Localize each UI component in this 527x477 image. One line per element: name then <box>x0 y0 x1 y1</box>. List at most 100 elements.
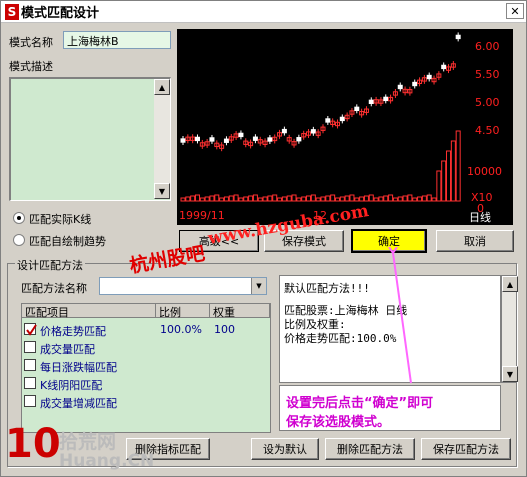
mode-name-label: 模式名称 <box>9 36 53 49</box>
note-line-2: 保存该选股模式。 <box>286 415 391 430</box>
candle-body <box>412 81 418 87</box>
volume-bar <box>257 197 263 202</box>
y-tick-6: 6.00 <box>475 40 500 53</box>
col-header-weight: 权重 <box>210 304 270 319</box>
volume-bar <box>455 130 461 202</box>
candle-body <box>180 138 186 143</box>
logo-number: 10 <box>5 421 61 467</box>
title-bar: S 模式匹配设计 ✕ <box>1 1 526 23</box>
row-weight: 100 <box>214 323 235 336</box>
volume-bar <box>219 197 225 202</box>
volume-bar <box>185 196 191 202</box>
volume-bar <box>339 196 345 202</box>
mode-desc-label: 模式描述 <box>9 60 53 73</box>
cancel-button[interactable]: 取消 <box>436 230 514 252</box>
volume-bar <box>252 194 258 202</box>
candle-body <box>194 136 200 142</box>
kline-chart: 1999/11 12 日线 6.00 5.50 5.00 4.50 10000 … <box>177 29 513 225</box>
volume-bar <box>262 196 268 202</box>
app-logo-icon: S <box>5 3 19 20</box>
volume-bar <box>436 170 442 202</box>
scroll-up-icon[interactable]: ▲ <box>502 276 518 292</box>
info-line-4: 价格走势匹配:100.0% <box>284 332 397 345</box>
volume-bar <box>446 150 452 202</box>
scroll-up-icon[interactable]: ▲ <box>154 79 170 95</box>
info-scrollbar[interactable]: ▲ ▼ <box>501 275 518 383</box>
checkbox[interactable] <box>24 341 36 353</box>
table-row[interactable]: 每日涨跌幅匹配 <box>22 357 270 375</box>
candle-body <box>281 128 287 134</box>
radio-match-actual-label: 匹配实际K线 <box>29 213 92 226</box>
candle-body <box>296 137 302 142</box>
candle-body <box>426 74 432 80</box>
row-name: 价格走势匹配 <box>40 325 106 338</box>
table-row[interactable]: 成交量增减匹配 <box>22 393 270 411</box>
vol-tick-10000: 10000 <box>467 165 502 178</box>
volume-bar <box>378 196 384 202</box>
kline-chart-svg: 1999/11 12 日线 6.00 5.50 5.00 4.50 10000 … <box>179 32 502 224</box>
note-line-1: 设置完后点击“确定”即可 <box>286 396 434 411</box>
candle-body <box>238 132 244 138</box>
volume-bar <box>441 160 447 202</box>
row-name: 成交量增减匹配 <box>40 397 117 410</box>
volume-bar <box>402 195 408 202</box>
volume-bar <box>450 140 456 202</box>
volume-bar <box>238 197 244 202</box>
volume-bar <box>417 196 423 202</box>
candle-body <box>455 34 461 40</box>
candle-body <box>209 137 215 142</box>
method-name-select[interactable]: ▼ <box>99 277 267 295</box>
volume-bar <box>325 195 331 202</box>
candle-body <box>310 129 316 134</box>
design-group-title: 设计匹配方法 <box>15 257 85 273</box>
x-tick-start: 1999/11 <box>179 209 225 222</box>
volume-bar <box>310 194 316 202</box>
row-name: K线阴阳匹配 <box>40 379 103 392</box>
table-row[interactable]: K线阴阳匹配 <box>22 375 270 393</box>
volume-bar <box>315 197 321 202</box>
volume-bar <box>306 195 312 202</box>
annotation-note: 设置完后点击“确定”即可 保存该选股模式。 <box>279 385 501 431</box>
table-row[interactable]: 成交量匹配 <box>22 339 270 357</box>
mode-desc-textarea[interactable]: ▲ ▼ <box>9 77 171 201</box>
volume-bar <box>209 195 215 202</box>
save-method-button[interactable]: 保存匹配方法 <box>421 438 511 460</box>
volume-bar <box>277 197 283 202</box>
scroll-down-icon[interactable]: ▼ <box>502 366 518 382</box>
table-row[interactable]: 价格走势匹配 100.0% 100 <box>22 321 270 339</box>
row-name: 每日涨跌幅匹配 <box>40 361 117 374</box>
close-icon[interactable]: ✕ <box>506 3 524 19</box>
volume-bar <box>431 197 437 202</box>
volume-bar <box>199 197 205 202</box>
set-default-button[interactable]: 设为默认 <box>251 438 319 460</box>
volume-bar <box>204 196 210 202</box>
candle-body <box>339 116 345 122</box>
scroll-down-icon[interactable]: ▼ <box>154 183 170 199</box>
volume-bar <box>330 194 336 202</box>
logo-text: 拾荒网 <box>59 431 117 453</box>
volume-bar <box>349 194 355 202</box>
candle-body <box>383 96 389 102</box>
volume-bar <box>301 196 307 202</box>
volume-bar <box>281 196 287 202</box>
checkbox-checked[interactable] <box>24 323 37 336</box>
checkbox[interactable] <box>24 377 36 389</box>
volume-bar <box>359 196 365 202</box>
checkbox[interactable] <box>24 359 36 371</box>
volume-bar <box>388 194 394 202</box>
row-ratio: 100.0% <box>160 323 202 336</box>
radio-match-custom[interactable] <box>13 234 25 246</box>
desc-scrollbar[interactable]: ▲ ▼ <box>154 79 170 199</box>
volume-bar <box>194 194 200 202</box>
radio-match-actual[interactable] <box>13 212 25 224</box>
mode-match-dialog: S 模式匹配设计 ✕ 模式名称 上海梅林B 模式描述 ▲ ▼ 匹配实际K线 匹配… <box>0 0 527 477</box>
volume-bar <box>344 195 350 202</box>
checkbox[interactable] <box>24 395 36 407</box>
delete-method-button[interactable]: 删除匹配方法 <box>325 438 415 460</box>
volume-bar <box>392 197 398 202</box>
volume-bar <box>248 195 254 202</box>
mode-name-input[interactable]: 上海梅林B <box>63 31 171 49</box>
volume-bar <box>291 194 297 202</box>
volume-bar <box>272 194 278 202</box>
chevron-down-icon[interactable]: ▼ <box>251 278 266 294</box>
